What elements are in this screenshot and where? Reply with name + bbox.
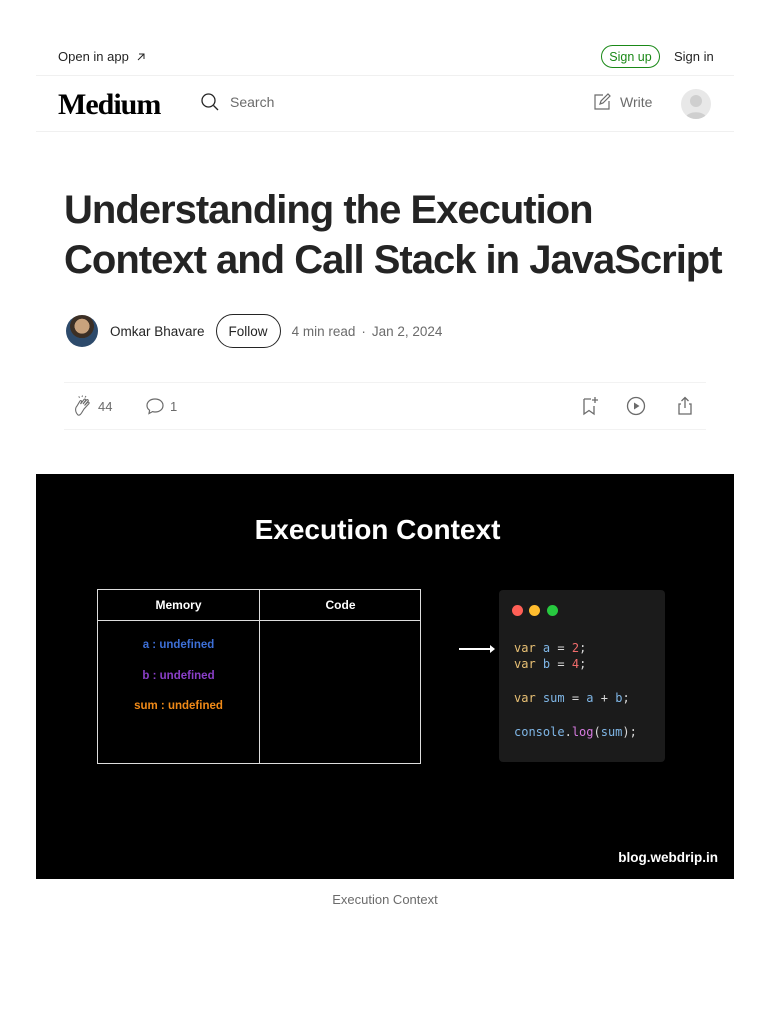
code-header: Code xyxy=(325,598,356,612)
arrow-icon xyxy=(459,645,495,653)
sign-in-link[interactable]: Sign in xyxy=(674,49,714,64)
write-label: Write xyxy=(620,94,653,110)
listen-button[interactable] xyxy=(625,395,647,417)
memory-var-b: b : undefined xyxy=(142,670,215,682)
memory-var-sum: sum : undefined xyxy=(134,700,223,712)
user-avatar[interactable] xyxy=(681,89,711,119)
clap-button[interactable]: 44 xyxy=(72,395,112,417)
window-close-dot xyxy=(512,605,523,616)
code-line-3: var sum = a + b; xyxy=(514,691,630,705)
memory-var-a: a : undefined xyxy=(142,639,215,651)
search-icon xyxy=(201,93,219,111)
article-meta: 4 min read · Jan 2, 2024 xyxy=(292,324,443,339)
write-icon xyxy=(594,93,611,110)
code-window: var a = 2; var b = 4; var sum = a + b; c… xyxy=(499,590,665,762)
code-line-4: console.log(sum); xyxy=(514,725,637,739)
meta-separator: · xyxy=(361,323,366,339)
read-time: 4 min read xyxy=(291,323,356,339)
author-row: Omkar Bhavare Follow 4 min read · Jan 2,… xyxy=(66,314,706,348)
clap-icon xyxy=(75,395,90,416)
table-column-divider xyxy=(259,590,260,763)
window-minimize-dot xyxy=(529,605,540,616)
execution-context-table: Memory Code a : undefined b : undefined … xyxy=(97,589,421,764)
article-hero-image: Execution Context Memory Code a : undefi… xyxy=(36,474,734,879)
author-avatar[interactable] xyxy=(66,315,98,347)
response-count: 1 xyxy=(170,398,178,414)
comment-icon xyxy=(146,398,164,415)
code-line-2: var b = 4; xyxy=(514,657,587,671)
memory-header: Memory xyxy=(155,598,202,612)
top-bar: Open in app Sign up Sign in xyxy=(36,40,734,76)
share-icon xyxy=(678,396,692,415)
open-in-app-label: Open in app xyxy=(58,49,129,64)
image-caption: Execution Context xyxy=(332,892,438,907)
external-arrow-icon xyxy=(137,53,145,60)
play-icon xyxy=(626,396,646,416)
site-header: Medium Search Write xyxy=(36,77,734,132)
search-placeholder: Search xyxy=(230,94,275,110)
author-name[interactable]: Omkar Bhavare xyxy=(110,324,205,339)
medium-logo[interactable]: Medium xyxy=(58,88,161,122)
sign-up-button[interactable]: Sign up xyxy=(601,45,660,68)
hero-title: Execution Context xyxy=(254,514,501,545)
article-title: Understanding the Execution Context and … xyxy=(64,188,723,282)
clap-count: 44 xyxy=(98,398,113,414)
responses-button[interactable]: 1 xyxy=(144,395,177,417)
search-box[interactable]: Search xyxy=(200,92,274,112)
image-watermark: blog.webdrip.in xyxy=(618,850,718,865)
share-button[interactable] xyxy=(674,395,696,417)
save-button[interactable] xyxy=(578,395,600,417)
open-in-app-link[interactable]: Open in app xyxy=(58,49,147,64)
bookmark-add-icon xyxy=(583,397,598,416)
table-header-divider xyxy=(98,620,420,621)
user-placeholder-icon xyxy=(685,95,707,119)
window-maximize-dot xyxy=(547,605,558,616)
follow-button[interactable]: Follow xyxy=(215,314,281,348)
article-actions-bar: 44 1 xyxy=(64,382,706,430)
publish-date: Jan 2, 2024 xyxy=(371,323,443,339)
write-button[interactable]: Write xyxy=(592,92,652,112)
code-line-1: var a = 2; xyxy=(514,641,587,655)
